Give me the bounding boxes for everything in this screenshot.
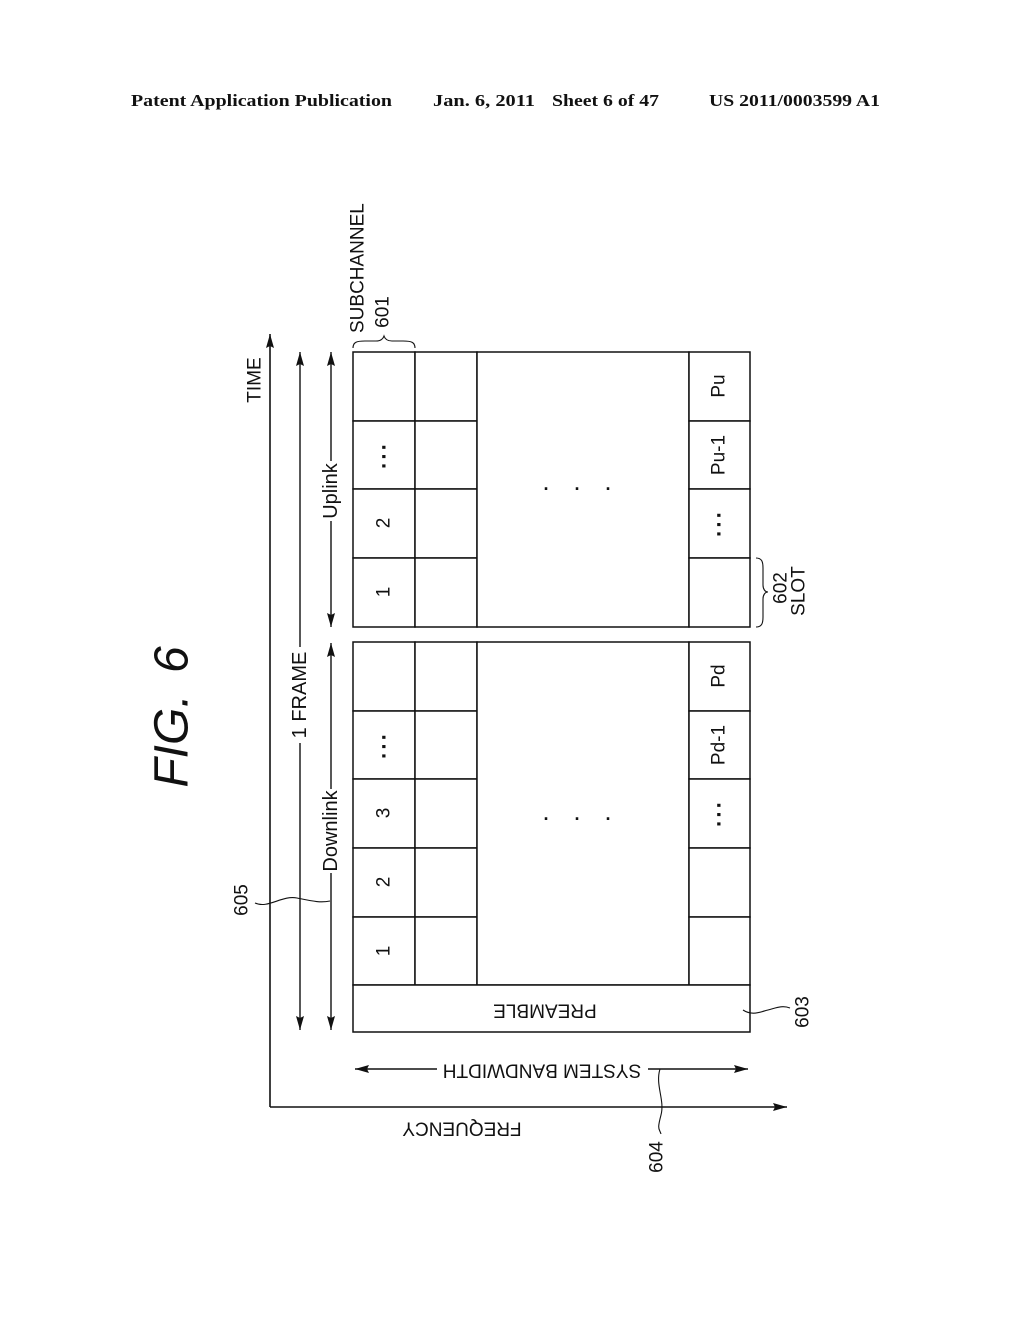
subchannel-label: SUBCHANNEL: [348, 203, 369, 333]
ref-605-leader: [254, 897, 331, 905]
uplink-first-slot-label: 1: [374, 587, 395, 598]
downlink-first-slot-label: 2: [374, 877, 395, 888]
uplink-first-slot-label: 2: [374, 518, 395, 529]
preamble-label: PREAMBLE: [493, 1000, 596, 1021]
downlink-label: Downlink: [320, 789, 342, 871]
downlink-slot-cell: [414, 916, 478, 986]
uplink-span-arrow: Uplink: [320, 352, 342, 627]
downlink-slot-cell: [352, 641, 416, 712]
uplink-slot-cell: [688, 557, 751, 628]
uplink-slot-cell: [352, 351, 416, 422]
page-header: Patent Application Publication Jan. 6, 2…: [131, 91, 880, 110]
downlink-last-slot-label: Pd: [709, 664, 730, 687]
downlink-first-slot-label: 1: [374, 946, 395, 957]
uplink-middle-ellipsis: ···: [544, 479, 637, 499]
uplink-first-slot-label: ···: [372, 441, 397, 469]
downlink-first-slot-label: 3: [374, 808, 395, 819]
publication-date: Jan. 6, 2011: [433, 91, 535, 110]
publication-type: Patent Application Publication: [131, 91, 393, 110]
frame-label: 1 FRAME: [289, 652, 311, 739]
ref-601: 601: [373, 296, 394, 328]
time-axis-label: TIME: [245, 357, 266, 402]
patent-drawing-sheet: Patent Application Publication Jan. 6, 2…: [131, 91, 880, 1173]
uplink-slot-cell: [414, 488, 478, 559]
uplink-slot-cell: [414, 420, 478, 490]
sheet-number: Sheet 6 of 47: [552, 91, 660, 110]
downlink-slot-cell: [688, 916, 751, 986]
figure-title: FIG. 6: [146, 646, 199, 788]
downlink-last-slot-label: Pd-1: [709, 725, 730, 765]
ref-605: 605: [232, 884, 253, 916]
downlink-slot-cell: [414, 641, 478, 712]
downlink-slot-cell: [414, 710, 478, 780]
ref-604: 604: [647, 1141, 668, 1173]
downlink-first-slot-label: ···: [372, 731, 397, 759]
slot-label: SLOT: [789, 566, 810, 616]
system-bandwidth-label: SYSTEM BANDWIDTH: [443, 1060, 641, 1081]
ref-603: 603: [793, 996, 814, 1028]
downlink-middle-ellipsis: ···: [544, 809, 637, 829]
downlink-span-arrow: Downlink: [320, 643, 342, 1030]
frame-span-arrow: 1 FRAME: [289, 352, 311, 1030]
uplink-last-slot-label: Pu-1: [709, 435, 730, 475]
downlink-slot-cell: [688, 847, 751, 918]
downlink-last-slot-label: ···: [707, 799, 732, 827]
uplink-label: Uplink: [320, 462, 342, 519]
uplink-block: ··· 2 1 Pu Pu-1 ··· ···: [352, 351, 751, 628]
uplink-last-slot-label: Pu: [709, 374, 730, 397]
slot-brace: [755, 557, 769, 628]
uplink-slot-cell: [414, 557, 478, 628]
publication-number: US 2011/0003599 A1: [709, 91, 880, 110]
uplink-last-slot-label: ···: [707, 509, 732, 537]
downlink-block: PREAMBLE ··· 3 2 1 Pd Pd-1 ··· ···: [352, 641, 751, 1033]
downlink-slot-cell: [414, 847, 478, 918]
ref-604-leader: [658, 1068, 663, 1135]
downlink-slot-cell: [414, 778, 478, 849]
frequency-axis-label: FREQUENCY: [402, 1118, 522, 1139]
system-bandwidth-arrow: SYSTEM BANDWIDTH: [355, 1060, 748, 1081]
uplink-slot-cell: [414, 351, 478, 422]
subchannel-brace: [352, 334, 416, 349]
